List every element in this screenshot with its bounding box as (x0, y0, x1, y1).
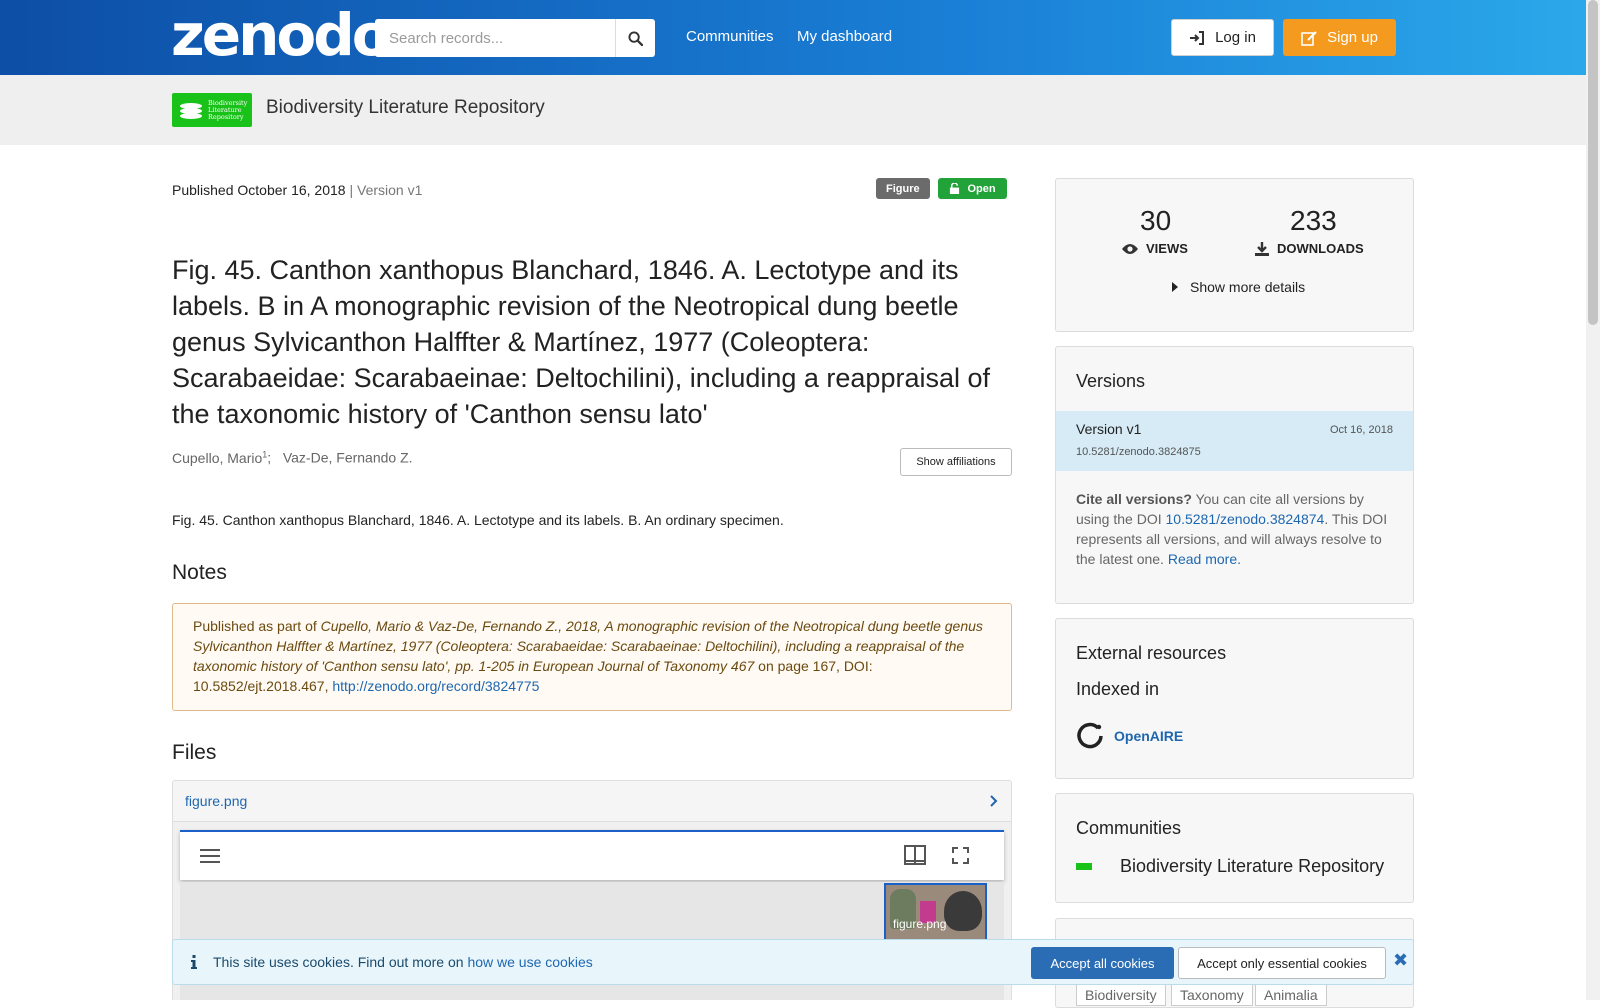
cookie-policy-link[interactable]: how we use cookies (467, 954, 592, 970)
scrollbar-thumb[interactable] (1588, 0, 1598, 325)
downloads-label: DOWNLOADS (1255, 241, 1364, 256)
keyword-tag[interactable]: Animalia (1255, 984, 1327, 1006)
community-item-label[interactable]: Biodiversity Literature Repository (1120, 856, 1384, 877)
accept-all-cookies-button[interactable]: Accept all cookies (1031, 947, 1174, 979)
community-logo[interactable]: Biodiversity Literature Repository (172, 93, 252, 127)
notes-box: Published as part of Cupello, Mario & Va… (172, 603, 1012, 711)
thumbnail-caption: figure.png (893, 917, 947, 931)
close-icon[interactable]: ✖ (1393, 950, 1408, 971)
chevron-right-icon[interactable] (989, 795, 999, 807)
publication-date: Published October 16, 2018 | Version v1 (172, 182, 423, 198)
version-row[interactable]: Version v1 Oct 16, 2018 10.5281/zenodo.3… (1056, 411, 1413, 471)
community-title[interactable]: Biodiversity Literature Repository (266, 97, 545, 119)
search-box (375, 19, 655, 57)
downloads-count: 233 (1290, 205, 1337, 236)
record-description: Fig. 45. Canthon xanthopus Blanchard, 18… (172, 512, 784, 528)
signup-button[interactable]: Sign up (1283, 19, 1396, 56)
cookie-banner: This site uses cookies. Find out more on… (172, 939, 1414, 985)
show-affiliations-button[interactable]: Show affiliations (900, 448, 1012, 476)
authors: Cupello, Mario1; Vaz-De, Fernando Z. (172, 449, 413, 466)
cite-all-versions: Cite all versions? You can cite all vers… (1076, 491, 1388, 567)
community-bar: Biodiversity Literature Repository Biodi… (0, 75, 1586, 145)
concept-doi-link[interactable]: 10.5281/zenodo.3824874 (1166, 511, 1325, 527)
version-row-label[interactable]: Version v1 (1076, 421, 1141, 437)
search-icon (628, 30, 643, 46)
sign-in-icon (1190, 30, 1205, 45)
menu-icon[interactable] (200, 848, 220, 864)
access-badge: Open (938, 178, 1007, 199)
version-label: Version v1 (357, 182, 423, 198)
version-row-doi: 10.5281/zenodo.3824875 (1076, 446, 1201, 458)
views-count: 30 (1140, 205, 1172, 236)
community-item[interactable]: Biodiversity Literature Repository (1076, 856, 1384, 877)
file-header[interactable]: figure.png (172, 780, 1012, 822)
unlock-icon (950, 183, 960, 194)
external-resources-heading: External resources (1076, 643, 1227, 663)
zenodo-logo[interactable]: zenodo (171, 4, 392, 66)
accept-essential-cookies-button[interactable]: Accept only essential cookies (1178, 947, 1386, 979)
login-label: Log in (1215, 29, 1256, 46)
fullscreen-icon[interactable] (952, 847, 969, 864)
indexed-in-heading: Indexed in (1076, 679, 1160, 699)
info-icon (191, 955, 197, 969)
search-button[interactable] (615, 19, 655, 57)
read-more-link[interactable]: Read more. (1168, 551, 1241, 567)
nav-my-dashboard[interactable]: My dashboard (797, 28, 892, 45)
search-input[interactable] (375, 19, 615, 57)
versions-panel: Versions Version v1 Oct 16, 2018 10.5281… (1055, 346, 1414, 604)
page-scrollbar[interactable] (1586, 0, 1600, 1000)
community-logo-text: Biodiversity Literature Repository (208, 98, 248, 121)
views-label: VIEWS (1122, 241, 1188, 256)
file-name[interactable]: figure.png (185, 793, 989, 809)
versions-heading: Versions (1076, 371, 1146, 391)
beetle-image-part (944, 891, 982, 931)
figure-thumbnail[interactable]: figure.png (884, 883, 987, 943)
community-logo-mini (1076, 863, 1092, 870)
eye-icon (1122, 243, 1138, 254)
stats-panel: 30 VIEWS 233 DOWNLOADS Show more details (1055, 178, 1414, 332)
viewer-toolbar (180, 830, 1004, 880)
record-title: Fig. 45. Canthon xanthopus Blanchard, 18… (172, 255, 991, 429)
download-icon (1255, 241, 1269, 256)
keyword-tag[interactable]: Biodiversity (1076, 984, 1166, 1006)
top-navbar: zenodo Communities My dashboard Log in S… (0, 0, 1586, 75)
communities-heading: Communities (1076, 818, 1182, 838)
caret-right-icon (1172, 282, 1178, 292)
login-button[interactable]: Log in (1171, 19, 1274, 56)
books-icon (180, 103, 202, 119)
author-link[interactable]: Cupello, Mario1 (172, 449, 267, 466)
show-more-details-toggle[interactable]: Show more details (1172, 279, 1305, 295)
version-row-date: Oct 16, 2018 (1330, 424, 1393, 436)
notes-heading: Notes (172, 561, 227, 584)
keyword-tag[interactable]: Taxonomy (1171, 984, 1253, 1006)
nav-communities[interactable]: Communities (686, 28, 774, 45)
external-resources-panel: External resources Indexed in OpenAIRE (1055, 618, 1414, 779)
resource-type-badge: Figure (876, 178, 930, 199)
edit-icon (1301, 30, 1317, 46)
signup-label: Sign up (1327, 29, 1378, 46)
communities-panel: Communities Biodiversity Literature Repo… (1055, 793, 1414, 903)
openaire-icon (1077, 722, 1103, 749)
openaire-link[interactable]: OpenAIRE (1076, 722, 1183, 750)
cookie-message: This site uses cookies. Find out more on… (191, 954, 593, 970)
book-view-icon[interactable] (904, 845, 926, 865)
notes-record-link[interactable]: http://zenodo.org/record/3824775 (332, 678, 539, 694)
author-link[interactable]: Vaz-De, Fernando Z. (283, 450, 413, 466)
files-heading: Files (172, 741, 217, 764)
